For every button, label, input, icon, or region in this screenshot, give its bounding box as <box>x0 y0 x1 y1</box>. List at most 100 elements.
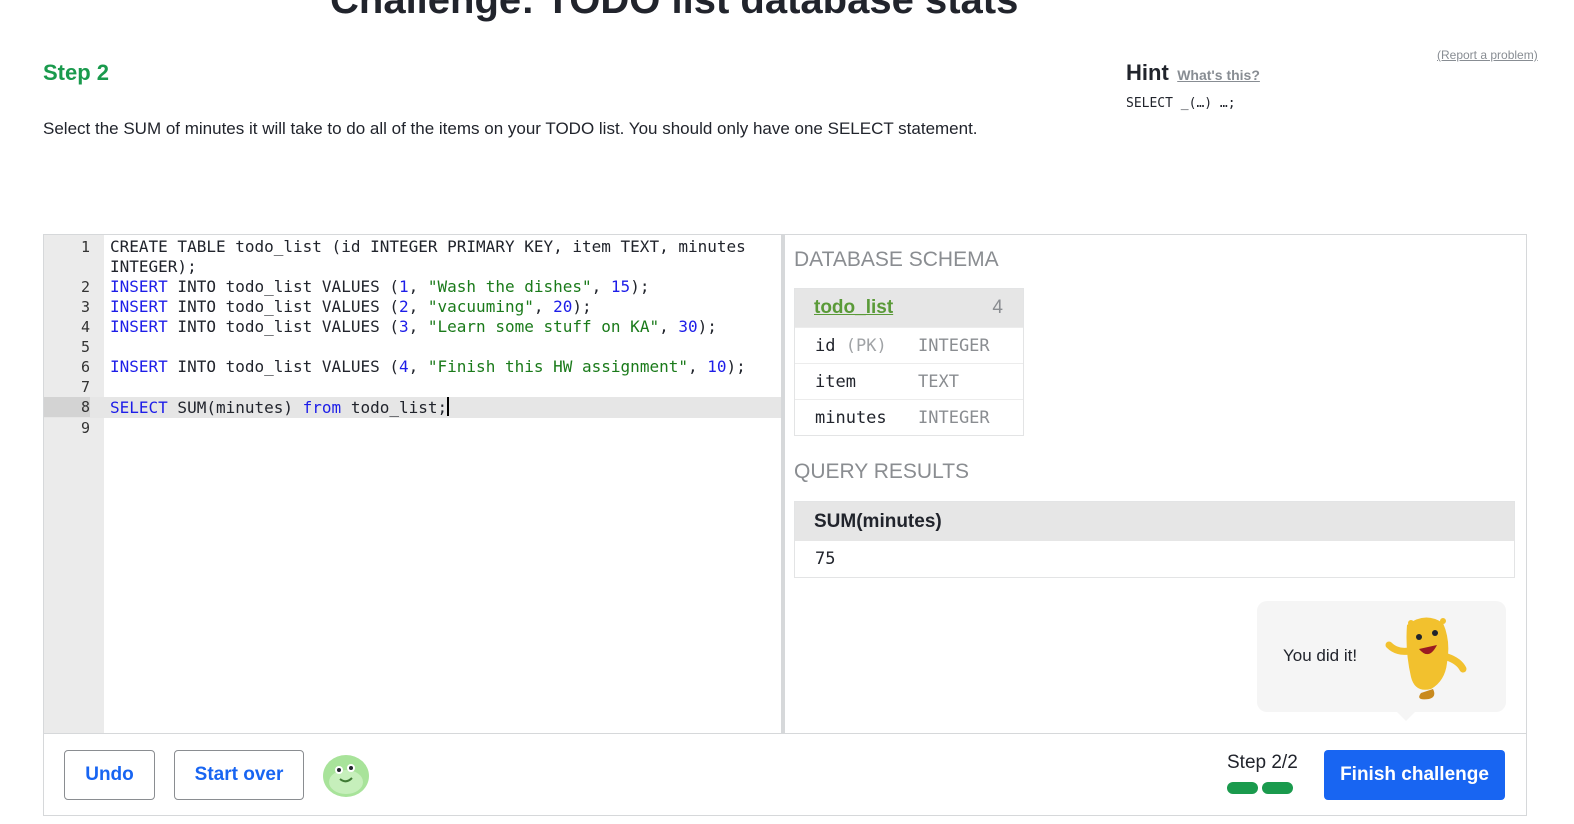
code-line[interactable]: 6 INSERT INTO todo_list VALUES (4, "Finis… <box>44 357 782 377</box>
undo-button[interactable]: Undo <box>64 750 155 800</box>
code-token: 4 <box>398 357 409 376</box>
code-text[interactable]: INSERT INTO todo_list VALUES (1, "Wash t… <box>110 277 750 297</box>
hint-whats-this-link[interactable]: What's this? <box>1177 67 1260 83</box>
code-token: 30 <box>678 317 698 336</box>
code-token: INTO todo_list VALUES ( <box>167 317 399 336</box>
avatar-icon <box>323 755 369 797</box>
report-problem-link[interactable]: (Report a problem) <box>1437 48 1538 62</box>
challenge-workspace: 1 CREATE TABLE todo_list (id INTEGER PRIM… <box>43 234 1527 816</box>
code-line[interactable]: 9 <box>44 418 782 438</box>
line-number: 6 <box>80 358 90 376</box>
code-token: from <box>302 398 342 417</box>
hint-label: Hint <box>1126 60 1169 85</box>
output-pane: DATABASE SCHEMA todo_list 4 id (PK) INTE… <box>785 235 1526 733</box>
code-token: INSERT <box>110 297 168 316</box>
code-token: , <box>408 297 428 316</box>
code-line[interactable]: 1 CREATE TABLE todo_list (id INTEGER PRIM… <box>44 237 782 277</box>
code-token: , <box>659 317 679 336</box>
code-line[interactable]: 3 INSERT INTO todo_list VALUES (2, "vacuu… <box>44 297 782 317</box>
code-token: CREATE TABLE todo_list (id INTEGER PRIMA… <box>110 237 756 276</box>
code-token: "Finish this HW assignment" <box>427 357 688 376</box>
line-number: 4 <box>80 318 90 336</box>
code-text[interactable]: SELECT SUM(minutes) from todo_list; <box>110 397 750 418</box>
text-cursor <box>447 397 450 416</box>
code-token: SELECT <box>110 398 168 417</box>
start-over-button[interactable]: Start over <box>174 750 304 800</box>
schema-table-header: todo_list 4 <box>795 289 1023 327</box>
instructions-text: Select the SUM of minutes it will take t… <box>43 119 978 138</box>
hint-header: Hint What's this? <box>1126 60 1260 86</box>
code-token: , <box>687 357 708 376</box>
code-text[interactable]: INSERT INTO todo_list VALUES (3, "Learn … <box>110 317 750 337</box>
code-token: INSERT <box>110 357 168 376</box>
line-number: 7 <box>80 378 90 396</box>
hint-code: SELECT _(…) …; <box>1126 96 1236 111</box>
step-counter: Step 2/2 <box>1227 752 1298 773</box>
progress-pip <box>1227 782 1258 794</box>
code-token: , <box>408 357 428 376</box>
step-progress <box>1227 782 1293 794</box>
code-lines[interactable]: 1 CREATE TABLE todo_list (id INTEGER PRIM… <box>44 237 782 438</box>
query-results-label: QUERY RESULTS <box>794 460 970 483</box>
success-message-text: You did it! <box>1283 646 1358 665</box>
schema-column-row: minutes INTEGER <box>795 399 1023 435</box>
code-editor[interactable]: 1 CREATE TABLE todo_list (id INTEGER PRIM… <box>44 235 782 733</box>
code-token: , <box>408 277 428 296</box>
finish-challenge-button[interactable]: Finish challenge <box>1324 750 1505 800</box>
schema-column-name: item <box>815 371 856 392</box>
line-number: 2 <box>80 278 90 296</box>
code-token: "Wash the dishes" <box>427 277 592 296</box>
code-line[interactable]: 4 INSERT INTO todo_list VALUES (3, "Learn… <box>44 317 782 337</box>
schema-table-name-link[interactable]: todo_list <box>814 297 893 319</box>
code-token: todo_list; <box>341 398 448 417</box>
line-number: 1 <box>80 238 90 256</box>
code-token: INSERT <box>110 317 168 336</box>
query-results-table: SUM(minutes) 75 <box>794 501 1515 578</box>
schema-column-name: minutes <box>815 407 887 428</box>
schema-table: todo_list 4 id (PK) INTEGER item TEXT mi… <box>794 288 1024 436</box>
code-token: "vacuuming" <box>427 297 534 316</box>
code-token: INSERT <box>110 277 168 296</box>
schema-column-type: INTEGER <box>918 335 990 356</box>
line-number: 5 <box>80 338 90 356</box>
schema-column-name: id (PK) <box>815 335 887 356</box>
line-number: 9 <box>80 419 90 437</box>
results-cell: 75 <box>815 549 836 569</box>
schema-column-row: item TEXT <box>795 363 1023 399</box>
bubble-tail <box>1397 712 1415 721</box>
schema-row-count: 4 <box>992 297 1003 318</box>
schema-column-type: TEXT <box>918 371 959 392</box>
code-token: 1 <box>398 277 409 296</box>
code-text[interactable]: INSERT INTO todo_list VALUES (2, "vacuum… <box>110 297 750 317</box>
code-token: , <box>591 277 611 296</box>
schema-column-row: id (PK) INTEGER <box>795 327 1023 363</box>
primary-key-marker: (PK) <box>845 335 887 356</box>
code-line[interactable]: 5 <box>44 337 782 357</box>
code-token: SUM(minutes) <box>167 398 303 417</box>
code-token: INTO todo_list VALUES ( <box>167 357 399 376</box>
code-line[interactable]: 7 <box>44 377 782 397</box>
code-token: 2 <box>398 297 409 316</box>
code-token: 3 <box>398 317 409 336</box>
step-title: Step 2 <box>43 60 110 85</box>
schema-column-type: INTEGER <box>918 407 990 428</box>
challenge-footer: Undo Start over Step 2/2 Finish challeng… <box>44 733 1526 815</box>
code-token: , <box>408 317 428 336</box>
code-token: 20 <box>553 297 573 316</box>
mascot-character-icon <box>1385 617 1467 700</box>
code-token: ); <box>697 317 717 336</box>
code-text[interactable]: INSERT INTO todo_list VALUES (4, "Finish… <box>110 357 750 377</box>
code-token: INTO todo_list VALUES ( <box>167 297 399 316</box>
code-token: , <box>533 297 554 316</box>
code-token: ); <box>572 297 592 316</box>
success-message-bubble: You did it! <box>1257 601 1506 721</box>
code-token: 15 <box>610 277 631 296</box>
code-token: ); <box>630 277 650 296</box>
code-text[interactable]: CREATE TABLE todo_list (id INTEGER PRIMA… <box>110 237 750 277</box>
code-line[interactable]: 2 INSERT INTO todo_list VALUES (1, "Wash … <box>44 277 782 297</box>
page-title: Challenge: TODO list database stats <box>330 0 1019 22</box>
line-number: 8 <box>44 397 90 417</box>
code-line[interactable]: 8 SELECT SUM(minutes) from todo_list; <box>44 397 782 418</box>
code-token: 10 <box>707 357 727 376</box>
code-token: "Learn some stuff on KA" <box>427 317 660 336</box>
